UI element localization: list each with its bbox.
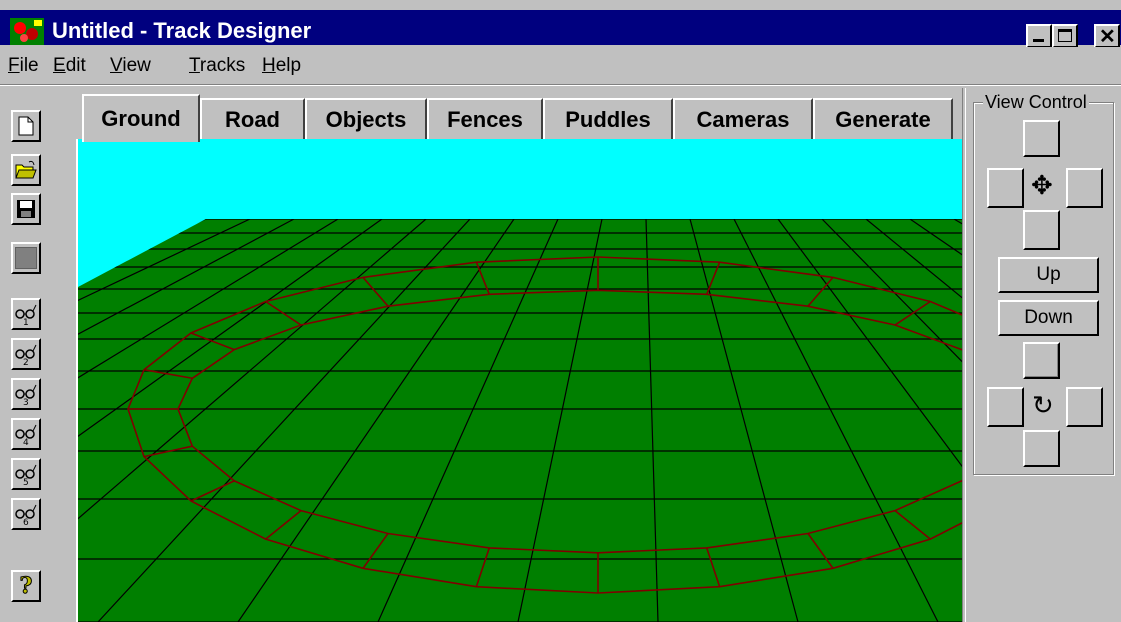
track-designer-window: Untitled - Track Designer ✕ File Edit Vi…: [0, 0, 1121, 622]
tab-objects[interactable]: Objects: [305, 98, 427, 140]
svg-text:5: 5: [23, 478, 29, 486]
view-control-label: View Control: [983, 92, 1089, 113]
maximize-icon: [1058, 29, 1072, 42]
maximize-button[interactable]: [1052, 24, 1078, 48]
blank-icon: [15, 247, 37, 269]
scene-canvas: [78, 139, 962, 622]
camera-view-6-icon: 6: [15, 504, 37, 526]
svg-text:2: 2: [23, 358, 29, 366]
tilt-down-button[interactable]: [1023, 430, 1060, 467]
camera-6-button[interactable]: 6: [11, 498, 41, 530]
close-button[interactable]: ✕: [1094, 24, 1120, 48]
svg-text:4: 4: [23, 438, 29, 446]
menu-file[interactable]: File: [8, 55, 39, 77]
close-icon: ✕: [1099, 26, 1116, 48]
camera-4-button[interactable]: 4: [11, 418, 41, 450]
camera-view-5-icon: 5: [15, 464, 37, 486]
tab-fences[interactable]: Fences: [427, 98, 543, 140]
svg-text:6: 6: [23, 518, 29, 526]
camera-view-3-icon: 3: [15, 384, 37, 406]
camera-1-button[interactable]: 1: [11, 298, 41, 330]
tab-generate[interactable]: Generate: [813, 98, 953, 140]
svg-text:1: 1: [23, 318, 29, 326]
rotate-icon: ↻: [1032, 390, 1054, 420]
menu-help[interactable]: Help: [262, 55, 301, 77]
open-button[interactable]: [11, 154, 41, 186]
rotate-right-button[interactable]: [1066, 387, 1103, 427]
minimize-button[interactable]: [1026, 24, 1052, 48]
svg-text:3: 3: [23, 398, 29, 406]
pan-down-button[interactable]: [1023, 210, 1060, 250]
menu-view[interactable]: View: [110, 55, 151, 77]
app-icon: [10, 18, 44, 45]
menu-separator: [0, 84, 1121, 86]
panel-divider: [962, 88, 966, 622]
move-cross-icon: ✥: [1031, 170, 1053, 200]
camera-view-2-icon: 2: [15, 344, 37, 366]
menu-edit[interactable]: Edit: [53, 55, 86, 77]
pan-left-button[interactable]: [987, 168, 1024, 208]
tab-road[interactable]: Road: [200, 98, 305, 140]
menu-tracks[interactable]: Tracks: [189, 55, 245, 77]
tab-ground[interactable]: Ground: [82, 94, 200, 142]
help-button[interactable]: ?: [11, 570, 41, 602]
help-question-icon: ?: [19, 573, 33, 600]
camera-3-button[interactable]: 3: [11, 378, 41, 410]
window-title: Untitled - Track Designer: [52, 18, 312, 43]
tab-cameras[interactable]: Cameras: [673, 98, 813, 140]
pan-right-button[interactable]: [1066, 168, 1103, 208]
tab-puddles[interactable]: Puddles: [543, 98, 673, 140]
camera-5-button[interactable]: 5: [11, 458, 41, 490]
up-button[interactable]: Up: [998, 257, 1099, 293]
tilt-up-button[interactable]: [1023, 342, 1060, 379]
title-bar[interactable]: Untitled - Track Designer ✕: [0, 10, 1121, 48]
camera-view-1-icon: 1: [15, 304, 37, 326]
save-button[interactable]: [11, 193, 41, 225]
blank-tool-button[interactable]: [11, 242, 41, 274]
track-3d-viewport[interactable]: [76, 139, 962, 622]
down-button[interactable]: Down: [998, 300, 1099, 336]
ground-plane: [78, 219, 962, 622]
new-button[interactable]: [11, 110, 41, 142]
camera-view-4-icon: 4: [15, 424, 37, 446]
rotate-left-button[interactable]: [987, 387, 1024, 427]
new-document-icon: [18, 116, 34, 136]
save-disk-icon: [17, 200, 35, 218]
camera-2-button[interactable]: 2: [11, 338, 41, 370]
menu-bar: File Edit View Tracks Help: [0, 47, 1121, 83]
minimize-icon: [1033, 39, 1044, 42]
left-toolbar: 1 2 3 4 5 6 ?: [0, 88, 70, 622]
open-folder-icon: [15, 160, 37, 179]
pan-up-button[interactable]: [1023, 120, 1060, 157]
